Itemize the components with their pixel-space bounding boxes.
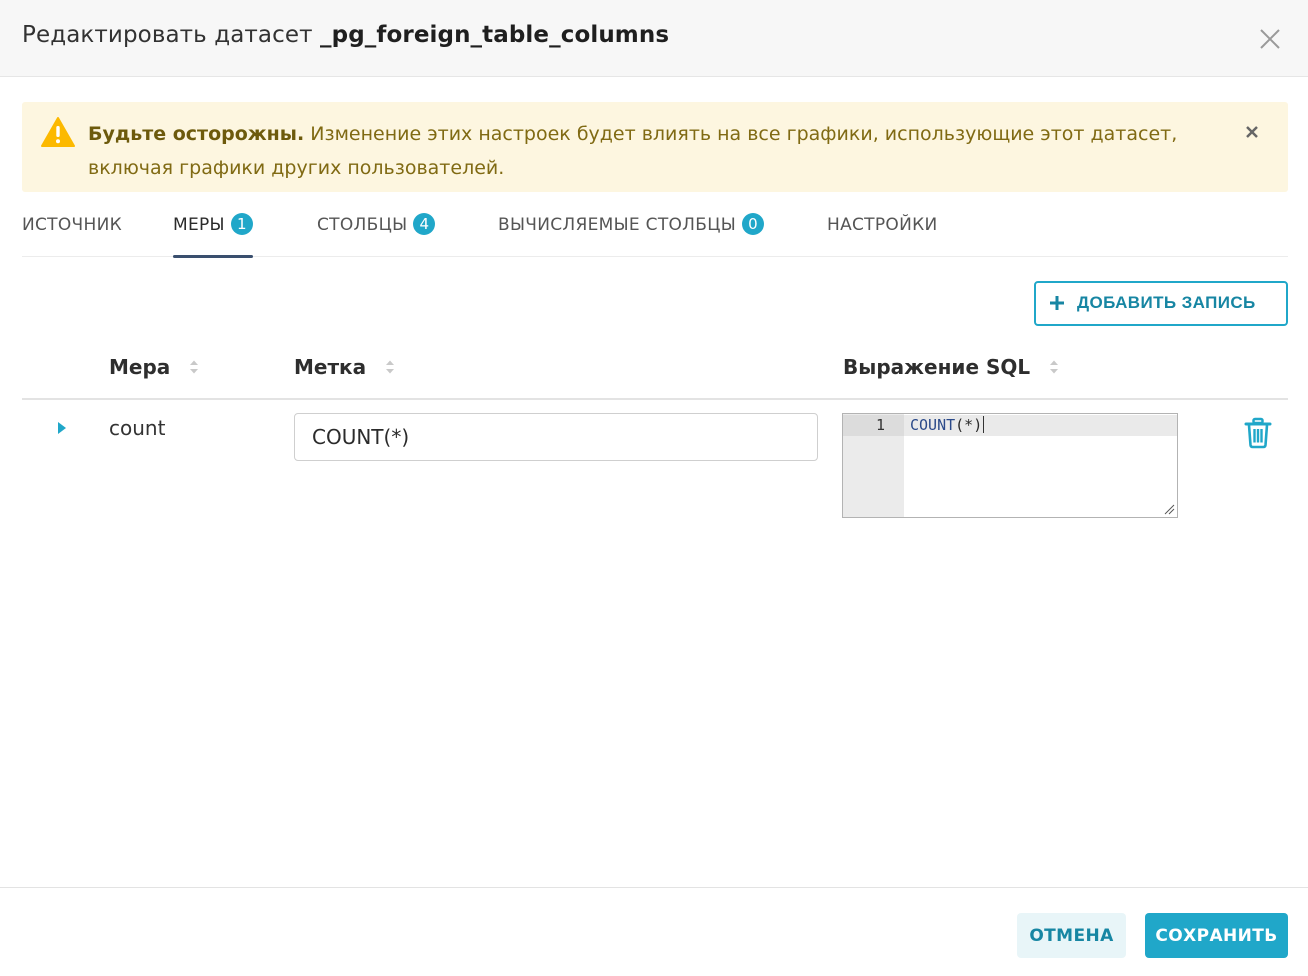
- column-header-sql: Выражение SQL: [843, 355, 1059, 379]
- tab-label: СТОЛБЦЫ: [317, 215, 408, 235]
- close-modal-button[interactable]: [1255, 24, 1285, 54]
- dataset-name: _pg_foreign_table_columns: [320, 22, 670, 48]
- tab-label: МЕРЫ: [173, 215, 225, 235]
- sort-icon[interactable]: [385, 359, 395, 375]
- sql-expression-editor[interactable]: 1 COUNT(*): [842, 413, 1178, 518]
- table-header: Мера Метка Выражение SQL: [22, 340, 1288, 400]
- tab-columns[interactable]: СТОЛБЦЫ 4: [317, 200, 436, 257]
- column-header-label-col: Метка: [294, 355, 395, 379]
- trash-icon[interactable]: [1244, 417, 1272, 449]
- sql-function: COUNT: [910, 416, 956, 434]
- tab-count-badge: 0: [742, 213, 765, 235]
- alert-strong: Будьте осторожны.: [88, 123, 305, 145]
- column-header-label: Мера: [109, 355, 171, 379]
- warning-icon: [41, 117, 75, 147]
- alert-text: Будьте осторожны. Изменение этих настрое…: [88, 117, 1198, 185]
- line-number: 1: [875, 416, 885, 434]
- add-record-label: ДОБАВИТЬ ЗАПИСЬ: [1077, 293, 1256, 312]
- close-icon: [1246, 126, 1258, 138]
- plus-icon: [1050, 296, 1064, 310]
- save-button[interactable]: СОХРАНИТЬ: [1145, 913, 1288, 958]
- modal-footer: ОТМЕНА СОХРАНИТЬ: [0, 887, 1308, 976]
- tab-bar: ИСТОЧНИК МЕРЫ 1 СТОЛБЦЫ 4 ВЫЧИСЛЯЕМЫЕ СТОЛ…: [22, 200, 1288, 258]
- sort-icon[interactable]: [189, 359, 199, 375]
- modal-title-prefix: Редактировать датасет: [22, 22, 313, 48]
- tab-count-badge: 1: [230, 213, 253, 235]
- sort-icon[interactable]: [1049, 359, 1059, 375]
- tab-source[interactable]: ИСТОЧНИК: [22, 200, 122, 257]
- tab-label: НАСТРОЙКИ: [827, 215, 938, 235]
- resize-handle-icon[interactable]: [1163, 503, 1175, 515]
- tab-count-badge: 4: [413, 213, 436, 235]
- add-record-button[interactable]: ДОБАВИТЬ ЗАПИСЬ: [1034, 281, 1288, 326]
- text-cursor: [983, 416, 985, 433]
- column-header-label: Метка: [294, 355, 367, 379]
- sql-code: COUNT(*): [910, 415, 985, 436]
- chevron-right-icon[interactable]: [56, 420, 68, 436]
- warning-alert: Будьте осторожны. Изменение этих настрое…: [22, 102, 1288, 192]
- sql-args: (*): [955, 416, 983, 434]
- tab-settings[interactable]: НАСТРОЙКИ: [827, 200, 938, 257]
- close-icon: [1260, 29, 1280, 49]
- tab-metrics[interactable]: МЕРЫ 1: [173, 200, 253, 258]
- cancel-button[interactable]: ОТМЕНА: [1017, 913, 1126, 958]
- metric-label-input[interactable]: [294, 413, 818, 461]
- modal-header: Редактировать датасет _pg_foreign_table_…: [0, 0, 1308, 77]
- tab-label: ВЫЧИСЛЯЕМЫЕ СТОЛБЦЫ: [498, 215, 737, 235]
- modal-title: Редактировать датасет _pg_foreign_table_…: [22, 22, 669, 48]
- metric-name: count: [109, 416, 166, 440]
- column-header-label: Выражение SQL: [843, 355, 1031, 379]
- column-header-metric: Мера: [109, 355, 199, 379]
- tab-calculated-columns[interactable]: ВЫЧИСЛЯЕМЫЕ СТОЛБЦЫ 0: [498, 200, 765, 257]
- tab-label: ИСТОЧНИК: [22, 215, 122, 235]
- alert-close-button[interactable]: [1244, 124, 1260, 140]
